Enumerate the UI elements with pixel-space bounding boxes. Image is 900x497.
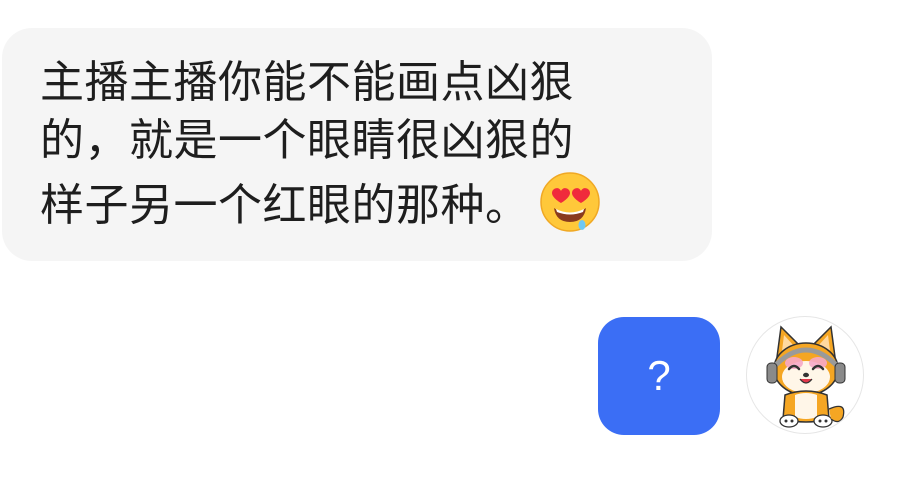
message-text: 主播主播你能不能画点凶狠 — [40, 57, 574, 108]
message-text: 样子另一个红眼的那种。 — [40, 180, 530, 231]
message-line-1: 主播主播你能不能画点凶狠 — [40, 54, 672, 112]
message-text: 的，就是一个眼睛很凶狠的 — [40, 115, 574, 166]
outgoing-message-text: ? — [647, 352, 671, 399]
outgoing-message-bubble[interactable]: ? — [598, 317, 720, 435]
chat-window: 主播主播你能不能画点凶狠 的，就是一个眼睛很凶狠的 样子另一个红眼的那种。 ? — [0, 0, 900, 497]
user-avatar[interactable] — [746, 316, 864, 434]
message-line-2: 的，就是一个眼睛很凶狠的 — [40, 112, 672, 170]
incoming-message-bubble[interactable]: 主播主播你能不能画点凶狠 的，就是一个眼睛很凶狠的 样子另一个红眼的那种。 — [2, 28, 712, 261]
heart-eyes-emoji-icon — [538, 170, 602, 234]
shiba-dog-avatar-icon — [766, 325, 846, 428]
message-line-3: 样子另一个红眼的那种。 — [40, 170, 672, 235]
